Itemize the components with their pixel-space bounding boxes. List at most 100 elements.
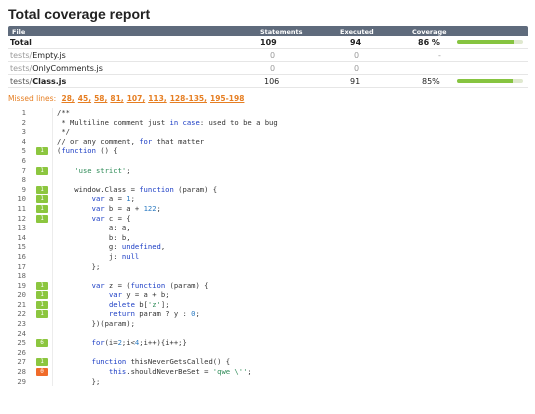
coverage-bar-fill <box>457 79 514 83</box>
row-statements: 0 <box>270 64 276 73</box>
source-line-text: * Multiline comment just in case: used t… <box>57 117 278 127</box>
source-line-text: })(param); <box>57 319 135 329</box>
missed-line-link[interactable]: 45, <box>78 94 91 103</box>
code-line: 26 <box>8 347 530 358</box>
missed-lines-links: 28, 45, 58, 81, 107, 113, 128-135, 195-198 <box>59 94 245 103</box>
gutter-divider <box>52 271 53 281</box>
table-row[interactable]: tests/Empty.js 0 0 - <box>8 50 528 62</box>
row-coverage: - <box>438 51 441 60</box>
line-number: 9 <box>21 184 26 194</box>
header-executed[interactable]: Executed <box>340 28 374 36</box>
gutter-divider <box>52 194 53 204</box>
gutter-divider <box>52 108 53 118</box>
table-row[interactable]: tests/Class.js 106 91 85% <box>8 76 528 88</box>
row-executed: 0 <box>354 64 360 73</box>
line-number: 29 <box>17 376 26 386</box>
gutter-divider <box>52 328 53 339</box>
line-number: 7 <box>21 165 26 175</box>
gutter-divider <box>52 319 53 329</box>
header-coverage[interactable]: Coverage <box>412 28 447 36</box>
missed-line-link[interactable]: 58, <box>94 94 107 103</box>
line-number: 18 <box>17 271 26 281</box>
gutter-divider <box>52 309 53 320</box>
line-number: 1 <box>21 108 26 117</box>
source-line-text: window.Class = function (param) { <box>57 184 218 194</box>
gutter-divider <box>52 117 53 128</box>
table-row[interactable]: tests/OnlyComments.js 0 0 <box>8 63 528 75</box>
row-executed: 91 <box>350 77 361 86</box>
row-file-link[interactable]: tests/OnlyComments.js <box>10 64 103 73</box>
line-number: 23 <box>17 319 26 329</box>
gutter-divider <box>52 299 53 310</box>
gutter-divider <box>52 347 53 358</box>
line-number: 22 <box>17 309 26 319</box>
row-file-link[interactable]: tests/Empty.js <box>10 51 66 60</box>
gutter-divider <box>52 165 53 176</box>
code-line: 15 g: undefined, <box>8 242 530 252</box>
row-file-link[interactable]: tests/Class.js <box>10 77 66 86</box>
missed-hit-badge: 0 <box>36 368 48 377</box>
code-line: 22 1 return param ? y : 0; <box>8 309 530 320</box>
covered-hit-badge: 1 <box>36 300 48 309</box>
coverage-report-page: Total coverage report File Statements Ex… <box>0 0 535 414</box>
code-line: 28 0 this.shouldNeverBeSet = 'qwe \''; <box>8 367 530 377</box>
code-line: 27 1 function thisNeverGetsCalled() { <box>8 357 530 368</box>
missed-line-link[interactable]: 28, <box>62 94 75 103</box>
code-line: 13 a: a, <box>8 223 530 233</box>
gutter-divider <box>52 261 53 272</box>
header-file[interactable]: File <box>12 28 25 36</box>
missed-line-link[interactable]: 128-135, <box>170 94 207 103</box>
header-statements[interactable]: Statements <box>260 28 302 36</box>
line-number: 17 <box>17 261 26 271</box>
covered-hit-badge: 1 <box>36 195 48 204</box>
line-number: 3 <box>21 127 26 137</box>
code-line: 19 1 var z = (function (param) { <box>8 280 530 291</box>
code-line: 8 <box>8 175 530 185</box>
code-line: 2 * Multiline comment just in case: used… <box>8 117 530 128</box>
source-line-text: for(i=2;i<4;i++){i++;} <box>91 338 187 348</box>
source-line-text: b: b, <box>57 232 131 242</box>
source-code-view: 1/** 2 * Multiline comment just in case: … <box>8 108 530 412</box>
source-line-text: function thisNeverGetsCalled() { <box>91 357 231 367</box>
code-line: 20 1 var y = a + b; <box>8 290 530 300</box>
line-number: 25 <box>17 338 26 348</box>
gutter-divider <box>52 376 53 387</box>
line-number: 8 <box>21 175 26 185</box>
code-line: 17 }; <box>8 261 530 272</box>
line-number: 16 <box>17 251 26 261</box>
covered-hit-badge: 1 <box>36 310 48 319</box>
gutter-divider <box>52 184 53 195</box>
line-number: 14 <box>17 232 26 242</box>
source-line-text: this.shouldNeverBeSet = 'qwe \''; <box>108 367 252 377</box>
source-line-text: */ <box>57 127 70 137</box>
code-line: 12 1 var c = { <box>8 213 530 224</box>
coverage-bar <box>457 79 523 83</box>
gutter-divider <box>52 290 53 300</box>
source-line-text: }; <box>57 376 101 386</box>
coverage-bar <box>457 40 523 44</box>
gutter-divider <box>52 280 53 291</box>
code-line: 24 <box>8 328 530 339</box>
missed-line-link[interactable]: 195-198 <box>210 94 244 103</box>
code-line: 23 })(param); <box>8 319 530 329</box>
line-number: 5 <box>21 146 26 156</box>
covered-hit-badge: 1 <box>36 281 48 290</box>
covered-hit-badge: 1 <box>36 291 48 300</box>
table-header: File Statements Executed Coverage <box>8 26 528 36</box>
code-line: 9 1 window.Class = function (param) { <box>8 184 530 195</box>
missed-line-link[interactable]: 81, <box>110 94 123 103</box>
missed-line-link[interactable]: 107, <box>127 94 146 103</box>
source-line-text: // or any comment, for that matter <box>57 136 205 146</box>
missed-line-link[interactable]: 113, <box>148 94 167 103</box>
row-file: Total <box>10 38 32 47</box>
line-number: 4 <box>21 136 26 146</box>
source-line-text: 'use strict'; <box>74 165 131 175</box>
code-line: 5 1 (function () { <box>8 146 530 156</box>
row-coverage: 86 % <box>418 38 440 47</box>
covered-hit-badge: 1 <box>36 358 48 367</box>
covered-hit-badge: 6 <box>36 339 48 348</box>
code-line: 6 <box>8 155 530 166</box>
gutter-divider <box>52 155 53 166</box>
covered-hit-badge: 1 <box>36 147 48 156</box>
code-line: 1 /** <box>8 108 530 118</box>
